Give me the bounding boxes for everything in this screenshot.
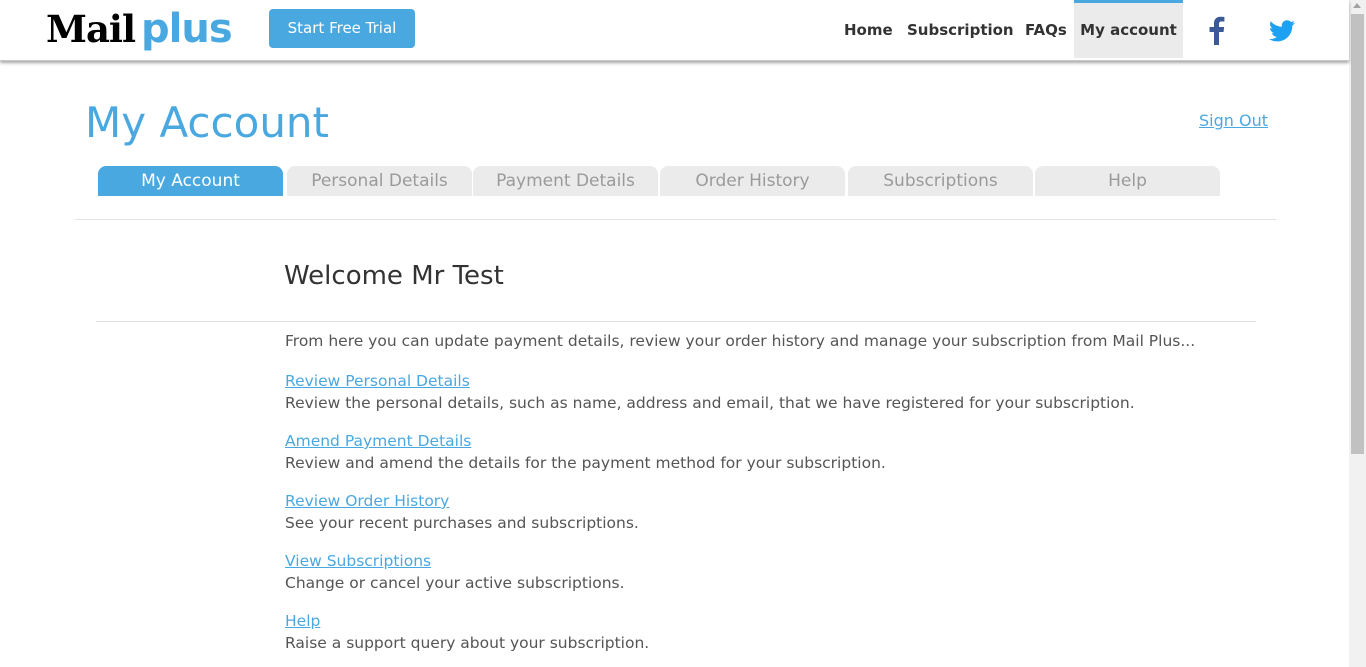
logo-mail-text: Mail bbox=[46, 7, 136, 51]
tabs-divider bbox=[75, 219, 1276, 220]
welcome-heading: Welcome Mr Test bbox=[284, 261, 504, 291]
twitter-icon[interactable] bbox=[1269, 20, 1295, 42]
amend-payment-details-link[interactable]: Amend Payment Details bbox=[285, 430, 886, 452]
list-item: Review Order History See your recent pur… bbox=[285, 490, 639, 534]
site-header: Mail plus Start Free Trial Home Subscript… bbox=[0, 0, 1349, 61]
list-item: Review Personal Details Review the perso… bbox=[285, 370, 1135, 414]
list-item: Help Raise a support query about your su… bbox=[285, 610, 649, 654]
mail-plus-logo[interactable]: Mail plus bbox=[46, 6, 233, 52]
link-description: Raise a support query about your subscri… bbox=[285, 634, 650, 652]
nav-subscription[interactable]: Subscription bbox=[907, 0, 1014, 57]
tab-order-history[interactable]: Order History bbox=[660, 166, 845, 196]
scrollbar-thumb[interactable] bbox=[1351, 14, 1364, 454]
tab-subscriptions[interactable]: Subscriptions bbox=[848, 166, 1033, 196]
list-item: Amend Payment Details Review and amend t… bbox=[285, 430, 886, 474]
link-description: See your recent purchases and subscripti… bbox=[285, 514, 639, 532]
nav-faqs[interactable]: FAQs bbox=[1025, 0, 1067, 57]
link-description: Review the personal details, such as nam… bbox=[285, 394, 1135, 412]
facebook-icon[interactable] bbox=[1206, 15, 1226, 45]
link-description: Review and amend the details for the pay… bbox=[285, 454, 886, 472]
page-title: My Account bbox=[85, 98, 330, 147]
welcome-divider bbox=[96, 321, 1256, 322]
tab-payment-details[interactable]: Payment Details bbox=[473, 166, 658, 196]
tab-personal-details[interactable]: Personal Details bbox=[287, 166, 472, 196]
review-personal-details-link[interactable]: Review Personal Details bbox=[285, 370, 1135, 392]
help-link[interactable]: Help bbox=[285, 610, 649, 632]
link-description: Change or cancel your active subscriptio… bbox=[285, 574, 625, 592]
start-free-trial-button[interactable]: Start Free Trial bbox=[269, 9, 415, 48]
tab-help[interactable]: Help bbox=[1035, 166, 1220, 196]
view-subscriptions-link[interactable]: View Subscriptions bbox=[285, 550, 625, 572]
nav-home[interactable]: Home bbox=[844, 0, 893, 57]
page-scrollbar[interactable] bbox=[1349, 0, 1366, 667]
list-item: View Subscriptions Change or cancel your… bbox=[285, 550, 625, 594]
scroll-up-arrow-icon[interactable] bbox=[1353, 3, 1361, 8]
logo-plus-text: plus bbox=[141, 6, 233, 52]
nav-my-account[interactable]: My account bbox=[1074, 0, 1183, 58]
review-order-history-link[interactable]: Review Order History bbox=[285, 490, 639, 512]
sign-out-link[interactable]: Sign Out bbox=[1199, 111, 1268, 130]
intro-text: From here you can update payment details… bbox=[285, 332, 1196, 350]
tab-my-account[interactable]: My Account bbox=[98, 166, 283, 196]
